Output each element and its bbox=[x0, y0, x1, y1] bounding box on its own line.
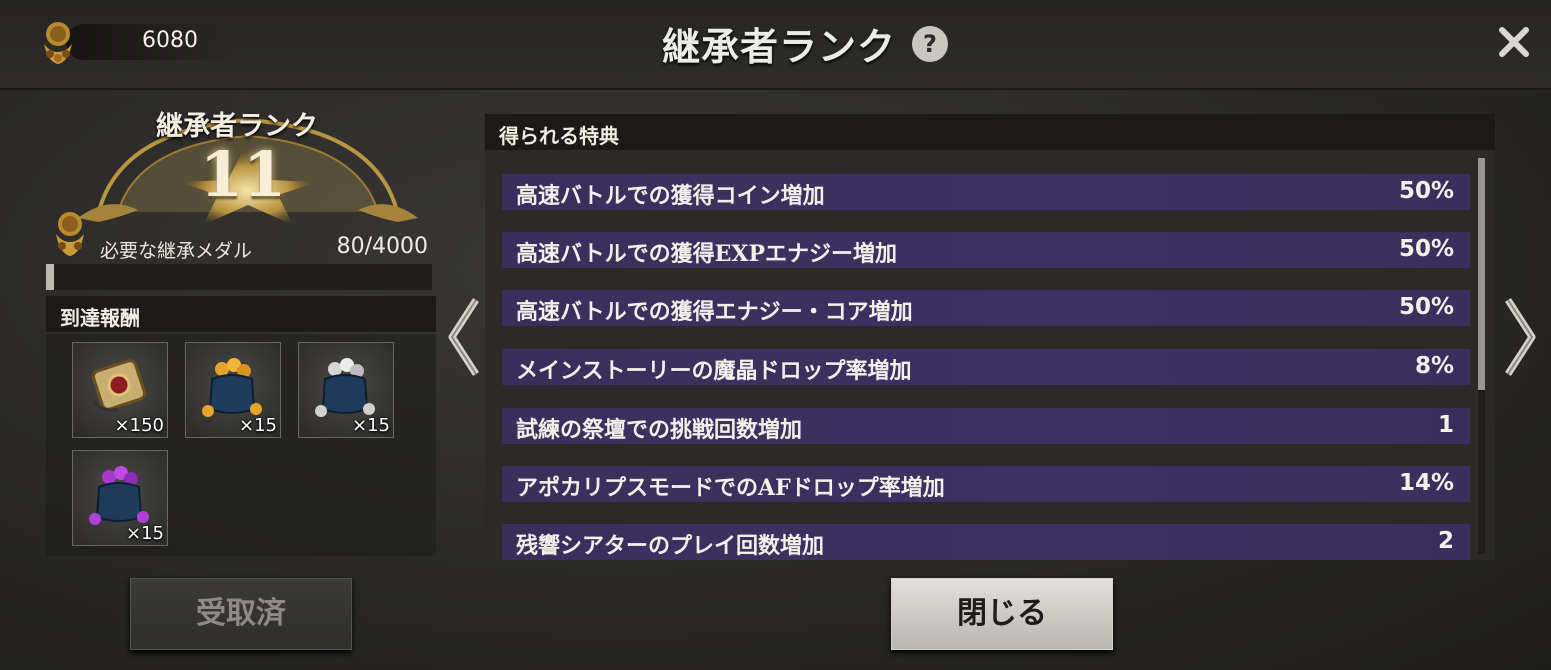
gold-orb-pouch-icon bbox=[202, 358, 262, 417]
medal-scroll-icon bbox=[91, 359, 147, 412]
received-button[interactable]: 受取済 bbox=[130, 578, 352, 650]
benefit-row: アポカリプスモードでのAFドロップ率増加 14% bbox=[502, 466, 1470, 502]
reward-item[interactable]: ×15 bbox=[185, 342, 281, 438]
chevron-right-icon[interactable] bbox=[1498, 292, 1542, 382]
required-medal-label: 必要な継承メダル bbox=[100, 240, 253, 262]
benefit-value: 50% bbox=[1398, 178, 1454, 204]
benefit-row: 高速バトルでの獲得EXPエナジー増加 50% bbox=[502, 232, 1470, 268]
reward-qty: ×15 bbox=[239, 415, 277, 436]
benefit-value: 14% bbox=[1398, 470, 1454, 496]
benefit-value: 50% bbox=[1398, 294, 1454, 320]
benefit-row: 高速バトルでの獲得エナジー・コア増加 50% bbox=[502, 290, 1470, 326]
rewards-header: 到達報酬 bbox=[46, 296, 436, 332]
purple-orb-pouch-icon bbox=[89, 466, 149, 525]
close-icon[interactable] bbox=[1496, 24, 1532, 60]
currency-value: 6080 bbox=[142, 28, 198, 53]
benefit-value: 1 bbox=[1437, 412, 1454, 438]
reward-qty: ×15 bbox=[352, 415, 390, 436]
top-bar: 6080 継承者ランク ? bbox=[0, 0, 1551, 90]
benefit-row: 残響シアターのプレイ回数増加 2 bbox=[502, 524, 1470, 560]
benefit-row: 試練の祭壇での挑戦回数増加 1 bbox=[502, 408, 1470, 444]
benefit-name: アポカリプスモードでのAFドロップ率増加 bbox=[516, 475, 945, 501]
inheritor-medal-icon bbox=[56, 212, 84, 256]
help-icon[interactable]: ? bbox=[912, 26, 948, 62]
medal-progress-bar bbox=[46, 264, 432, 290]
benefits-scrollbar[interactable] bbox=[1478, 158, 1485, 554]
silver-orb-pouch-icon bbox=[315, 358, 375, 417]
benefit-name: 高速バトルでの獲得コイン増加 bbox=[516, 183, 825, 209]
benefit-value: 2 bbox=[1437, 528, 1454, 554]
inheritor-medal-icon bbox=[44, 22, 72, 64]
benefit-value: 50% bbox=[1398, 236, 1454, 262]
benefit-name: 残響シアターのプレイ回数増加 bbox=[516, 533, 825, 559]
page-title: 継承者ランク bbox=[662, 24, 897, 69]
benefit-name: 高速バトルでの獲得エナジー・コア増加 bbox=[516, 299, 913, 325]
benefit-name: メインストーリーの魔晶ドロップ率増加 bbox=[516, 358, 912, 384]
benefit-row: 高速バトルでの獲得コイン増加 50% bbox=[502, 174, 1470, 210]
benefits-header: 得られる特典 bbox=[485, 114, 1495, 150]
medal-progress-fill bbox=[46, 264, 54, 290]
reward-item[interactable]: ×150 bbox=[72, 342, 168, 438]
rank-number: 11 bbox=[199, 138, 287, 211]
benefit-row: メインストーリーの魔晶ドロップ率増加 8% bbox=[502, 349, 1470, 385]
rewards-title: 到達報酬 bbox=[60, 306, 140, 330]
reward-item[interactable]: ×15 bbox=[72, 450, 168, 546]
required-medal-count: 80/4000 bbox=[336, 234, 428, 259]
medal-currency: 6080 bbox=[36, 18, 236, 66]
reward-qty: ×15 bbox=[126, 523, 164, 544]
benefits-list[interactable]: 高速バトルでの獲得コイン増加 50% 高速バトルでの獲得EXPエナジー増加 50… bbox=[485, 150, 1495, 560]
rewards-panel: ×150 ×15 ×15 ×15 bbox=[46, 334, 436, 556]
close-button[interactable]: 閉じる bbox=[891, 578, 1113, 650]
chevron-left-icon[interactable] bbox=[442, 292, 486, 382]
benefit-name: 試練の祭壇での挑戦回数増加 bbox=[516, 417, 803, 443]
benefits-title: 得られる特典 bbox=[499, 124, 619, 148]
reward-qty: ×150 bbox=[114, 415, 164, 436]
required-medal-row: 必要な継承メダル 80/4000 bbox=[46, 206, 432, 262]
scrollbar-thumb[interactable] bbox=[1478, 158, 1485, 390]
benefit-value: 8% bbox=[1414, 353, 1454, 379]
benefit-name: 高速バトルでの獲得EXPエナジー増加 bbox=[516, 241, 898, 267]
reward-item[interactable]: ×15 bbox=[298, 342, 394, 438]
